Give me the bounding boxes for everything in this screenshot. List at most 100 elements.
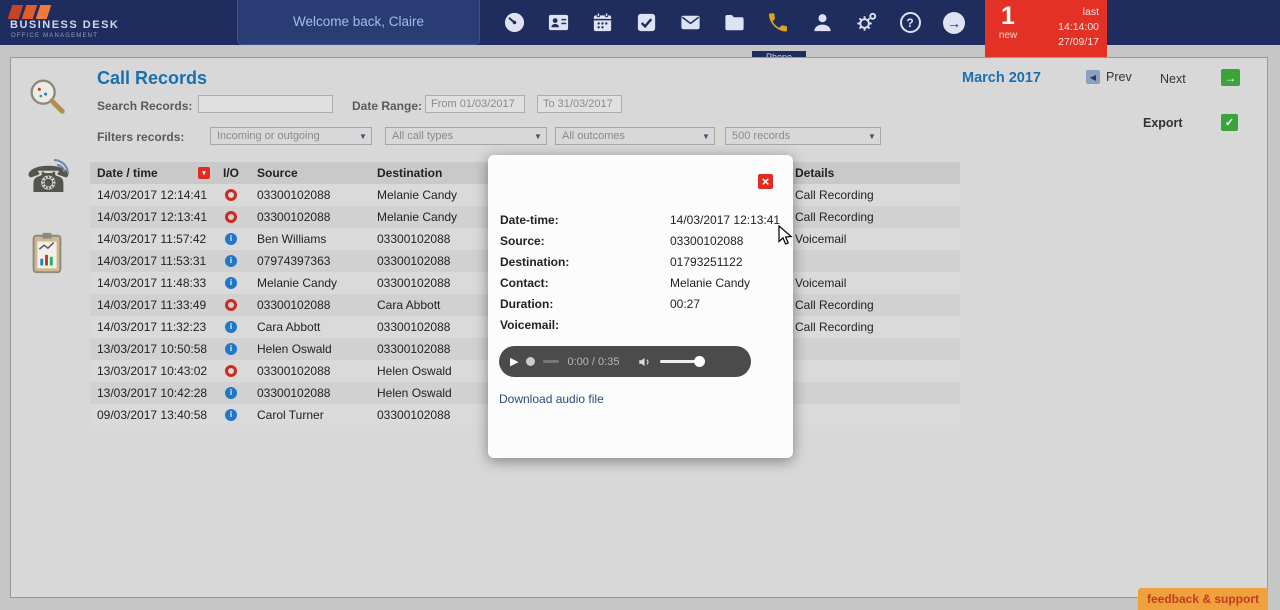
download-audio-link[interactable]: Download audio file	[499, 392, 604, 406]
reports-icon[interactable]	[24, 230, 72, 278]
mail-icon[interactable]	[678, 10, 702, 36]
cell-details: Call Recording	[788, 320, 960, 334]
search-input[interactable]	[198, 95, 333, 113]
chevron-down-icon	[530, 132, 546, 141]
next-month-button[interactable]: Next	[1160, 70, 1186, 88]
dashboard-icon[interactable]	[502, 10, 526, 36]
cell-details: Call Recording	[788, 210, 960, 224]
go-icon[interactable]	[942, 10, 966, 36]
modal-field-row: Source: 03300102088	[500, 230, 782, 251]
tasks-icon[interactable]	[634, 10, 658, 36]
cell-source: Ben Williams	[250, 232, 370, 246]
search-records-icon[interactable]	[24, 74, 72, 122]
date-from-input[interactable]	[425, 95, 525, 113]
cell-source: 03300102088	[250, 210, 370, 224]
date-to-input[interactable]	[537, 95, 622, 113]
feedback-support-button[interactable]: feedback & support	[1138, 588, 1268, 610]
modal-field-row: Duration: 00:27	[500, 293, 782, 314]
cell-io	[216, 233, 250, 245]
direction-filter-dropdown[interactable]: Incoming or outgoing	[210, 127, 372, 145]
record-count-dropdown[interactable]: 500 records	[725, 127, 881, 145]
prev-arrow-icon	[1086, 70, 1100, 84]
outcomes-filter-dropdown[interactable]: All outcomes	[555, 127, 715, 145]
play-icon[interactable]	[510, 355, 518, 368]
app-logo: BUSINESS DESK OFFICE MANAGEMENT	[8, 2, 228, 45]
cell-source: 03300102088	[250, 386, 370, 400]
cell-datetime: 14/03/2017 11:57:42	[90, 232, 216, 246]
cell-datetime: 14/03/2017 12:14:41	[90, 188, 216, 202]
notification-last-label: last	[1031, 5, 1099, 20]
modal-field-value: 00:27	[670, 297, 782, 311]
cell-details: Voicemail	[788, 232, 960, 246]
call-direction-icon	[225, 299, 237, 311]
cell-datetime: 13/03/2017 10:42:28	[90, 386, 216, 400]
export-label: Export	[1143, 116, 1183, 130]
folder-icon[interactable]	[722, 10, 746, 36]
modal-field-value: Melanie Candy	[670, 276, 782, 290]
cell-datetime: 14/03/2017 11:32:23	[90, 320, 216, 334]
notification-time: 14:14:00	[1031, 20, 1099, 35]
chevron-down-icon	[864, 132, 880, 141]
volume-slider[interactable]	[660, 360, 702, 363]
modal-field-value: 01793251122	[670, 255, 782, 269]
calendar-icon[interactable]	[590, 10, 614, 36]
cell-datetime: 14/03/2017 11:33:49	[90, 298, 216, 312]
cell-datetime: 14/03/2017 11:53:31	[90, 254, 216, 268]
column-header-datetime: Date / time	[90, 166, 216, 180]
modal-field-label: Date-time:	[500, 213, 670, 227]
welcome-message: Welcome back, Claire	[237, 0, 480, 45]
cell-details: Call Recording	[788, 188, 960, 202]
logo-bars-icon	[10, 5, 49, 19]
modal-field-label: Duration:	[500, 297, 670, 311]
cell-io	[216, 387, 250, 399]
modal-field-label: Source:	[500, 234, 670, 248]
export-checkbox[interactable]	[1221, 114, 1238, 131]
modal-field-label: Destination:	[500, 255, 670, 269]
cell-datetime: 13/03/2017 10:50:58	[90, 342, 216, 356]
notification-badge[interactable]: 1 new last 14:14:00 27/09/17	[985, 0, 1107, 57]
cell-source: Melanie Candy	[250, 276, 370, 290]
call-types-filter-dropdown[interactable]: All call types	[385, 127, 547, 145]
cell-io	[216, 299, 250, 311]
contacts-icon[interactable]	[546, 10, 570, 36]
notification-new-label: new	[985, 30, 1031, 41]
call-direction-icon	[225, 409, 237, 421]
notification-date: 27/09/17	[1031, 35, 1099, 50]
prev-month-button[interactable]: Prev	[1086, 70, 1132, 84]
help-icon[interactable]	[898, 10, 922, 36]
volume-handle[interactable]	[694, 356, 705, 367]
settings-icon[interactable]	[854, 10, 878, 36]
page-title: Call Records	[97, 68, 207, 89]
cell-io	[216, 189, 250, 201]
call-direction-icon	[225, 387, 237, 399]
call-direction-icon	[225, 343, 237, 355]
column-header-source: Source	[250, 166, 370, 180]
call-direction-icon	[225, 233, 237, 245]
cell-source: 03300102088	[250, 188, 370, 202]
cell-datetime: 14/03/2017 12:13:41	[90, 210, 216, 224]
date-range-label: Date Range:	[352, 99, 422, 113]
volume-icon[interactable]	[637, 355, 652, 369]
call-records-icon[interactable]: ☎	[24, 156, 72, 204]
phone-icon[interactable]: Phone	[766, 10, 790, 36]
seek-handle[interactable]	[526, 357, 535, 366]
close-icon[interactable]	[758, 174, 773, 189]
sort-icon[interactable]	[198, 167, 210, 179]
logo-subtitle: OFFICE MANAGEMENT	[11, 33, 98, 39]
audio-player: 0:00 / 0:35	[499, 346, 751, 377]
profile-icon[interactable]	[810, 10, 834, 36]
next-arrow-icon[interactable]	[1221, 69, 1240, 86]
cell-source: Carol Turner	[250, 408, 370, 422]
top-navbar: BUSINESS DESK OFFICE MANAGEMENT Welcome …	[0, 0, 1280, 45]
cell-io	[216, 343, 250, 355]
cell-io	[216, 277, 250, 289]
filters-label: Filters records:	[97, 130, 184, 144]
call-direction-icon	[225, 321, 237, 333]
cell-datetime: 14/03/2017 11:48:33	[90, 276, 216, 290]
cell-io	[216, 211, 250, 223]
cell-source: Helen Oswald	[250, 342, 370, 356]
cell-io	[216, 321, 250, 333]
progress-track[interactable]	[543, 360, 559, 363]
modal-field-label: Contact:	[500, 276, 670, 290]
cell-source: Cara Abbott	[250, 320, 370, 334]
